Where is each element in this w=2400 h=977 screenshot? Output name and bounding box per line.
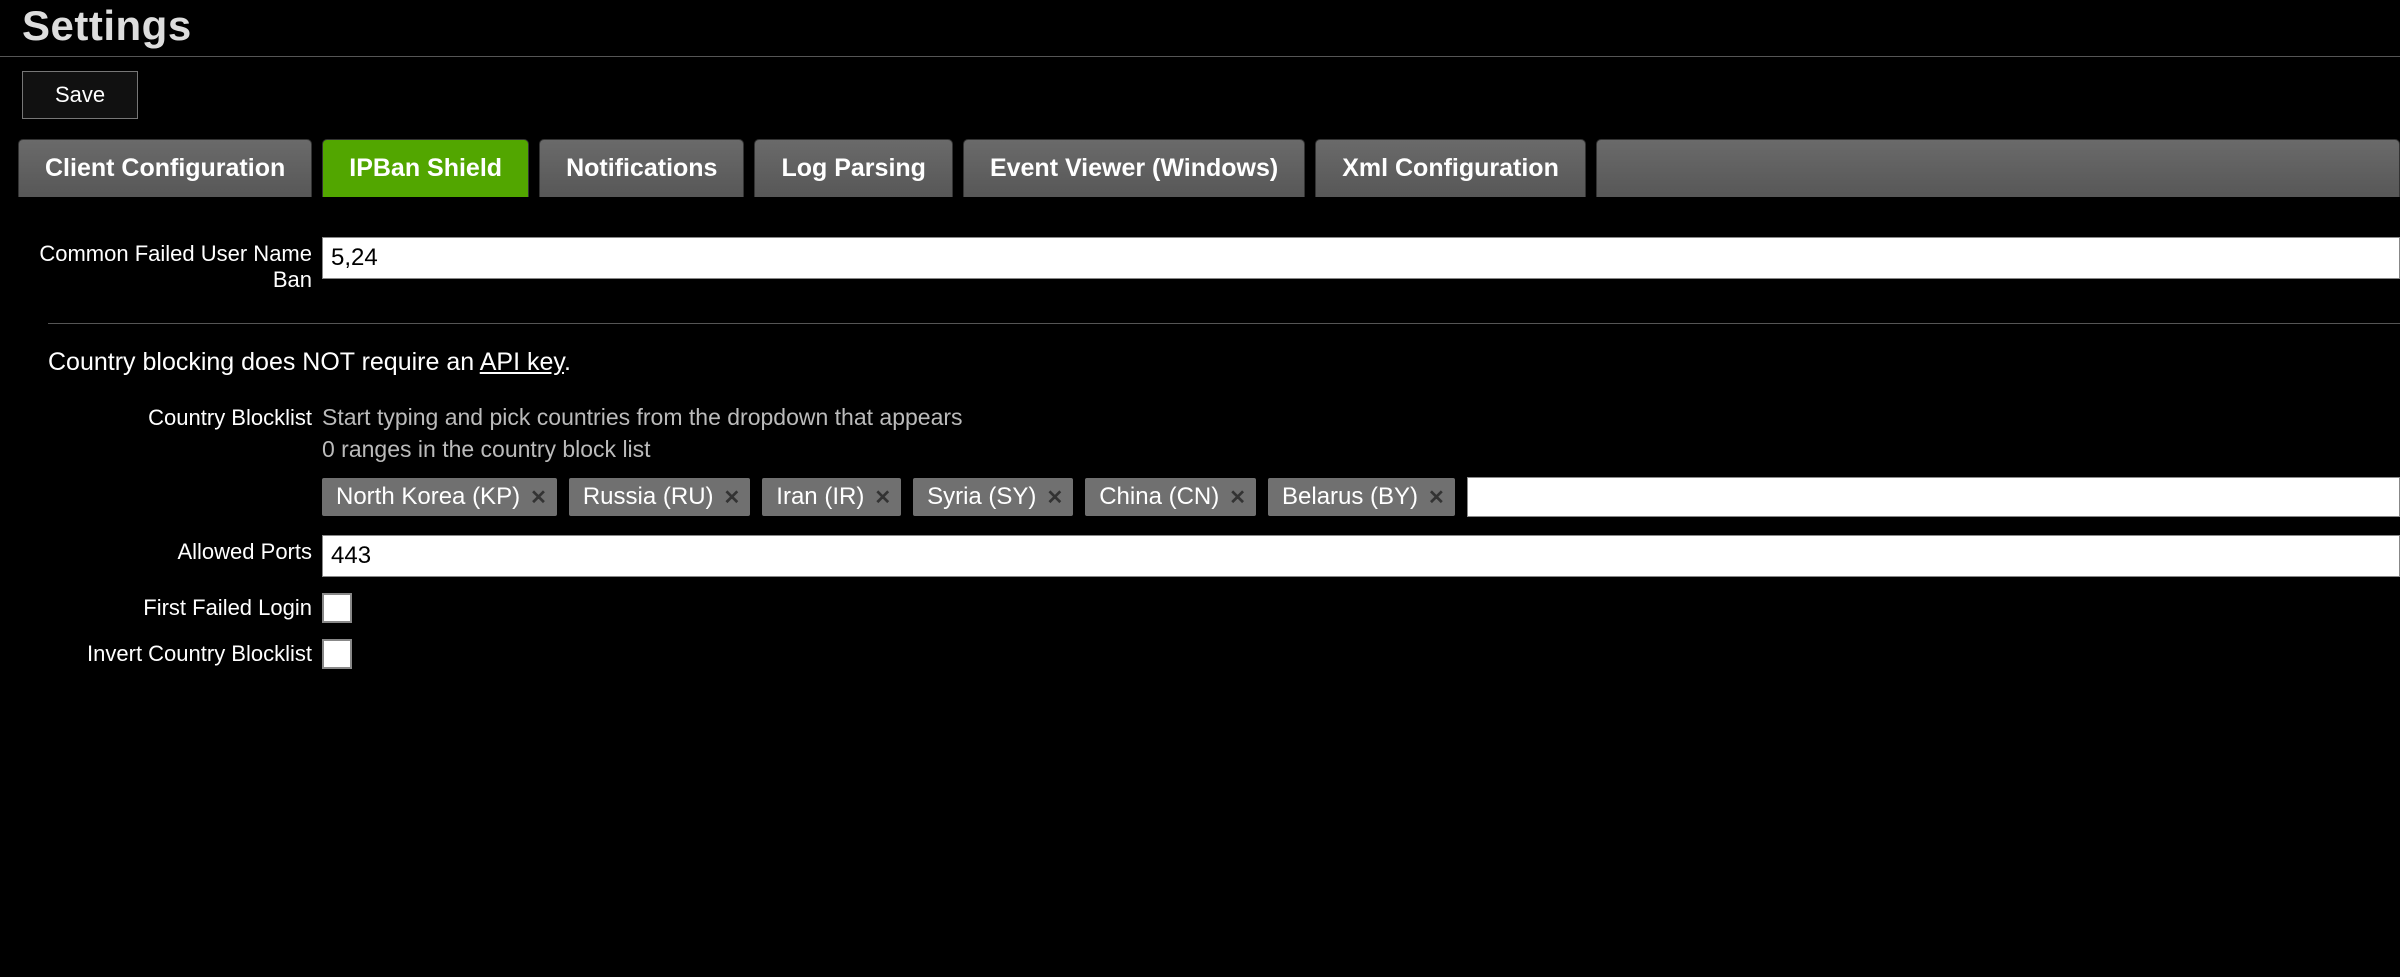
remove-country-icon[interactable]: ✕ — [724, 485, 741, 510]
country-tag-label: Russia (RU) — [583, 483, 714, 511]
invert-country-blocklist-label: Invert Country Blocklist — [0, 637, 322, 667]
country-tag-label: North Korea (KP) — [336, 483, 520, 511]
save-button[interactable]: Save — [22, 71, 138, 119]
country-blocklist-label: Country Blocklist — [0, 401, 322, 431]
country-blocklist-hint-2: 0 ranges in the country block list — [322, 433, 2400, 465]
country-tag: Iran (IR) ✕ — [762, 478, 901, 516]
title-divider — [0, 56, 2400, 57]
section-divider — [48, 323, 2400, 324]
remove-country-icon[interactable]: ✕ — [530, 485, 547, 510]
tabs-bar: Client Configuration IPBan Shield Notifi… — [18, 139, 2400, 197]
tab-ipban-shield[interactable]: IPBan Shield — [322, 139, 529, 197]
country-tag-label: China (CN) — [1099, 483, 1219, 511]
tab-xml-configuration[interactable]: Xml Configuration — [1315, 139, 1586, 197]
common-failed-username-ban-input[interactable] — [322, 237, 2400, 279]
country-blocking-info-text: Country blocking does NOT require an — [48, 348, 480, 376]
remove-country-icon[interactable]: ✕ — [1046, 485, 1063, 510]
country-tag: Syria (SY) ✕ — [913, 478, 1073, 516]
remove-country-icon[interactable]: ✕ — [874, 485, 891, 510]
country-tag-label: Belarus (BY) — [1282, 483, 1418, 511]
remove-country-icon[interactable]: ✕ — [1428, 485, 1445, 510]
country-tag-label: Syria (SY) — [927, 483, 1036, 511]
tab-log-parsing[interactable]: Log Parsing — [754, 139, 952, 197]
tab-content: Common Failed User Name Ban Country bloc… — [0, 197, 2400, 669]
tabs-tail — [1596, 139, 2400, 197]
page-title: Settings — [0, 0, 2400, 56]
tab-client-configuration[interactable]: Client Configuration — [18, 139, 312, 197]
allowed-ports-label: Allowed Ports — [0, 535, 322, 565]
country-blocklist-tags: North Korea (KP) ✕ Russia (RU) ✕ Iran (I… — [322, 477, 2400, 517]
remove-country-icon[interactable]: ✕ — [1229, 485, 1246, 510]
common-failed-username-ban-label: Common Failed User Name Ban — [0, 237, 322, 293]
country-tag: China (CN) ✕ — [1085, 478, 1256, 516]
allowed-ports-input[interactable] — [322, 535, 2400, 577]
country-blocklist-input[interactable] — [1467, 477, 2400, 517]
tab-notifications[interactable]: Notifications — [539, 139, 744, 197]
country-tag-label: Iran (IR) — [776, 483, 864, 511]
api-key-link[interactable]: API key — [480, 348, 564, 376]
first-failed-login-checkbox[interactable] — [322, 593, 352, 623]
country-tag: Belarus (BY) ✕ — [1268, 478, 1455, 516]
country-blocklist-hint-1: Start typing and pick countries from the… — [322, 401, 2400, 433]
tab-event-viewer[interactable]: Event Viewer (Windows) — [963, 139, 1305, 197]
country-blocking-info-suffix: . — [564, 348, 571, 376]
invert-country-blocklist-checkbox[interactable] — [322, 639, 352, 669]
first-failed-login-label: First Failed Login — [0, 591, 322, 621]
country-tag: Russia (RU) ✕ — [569, 478, 750, 516]
country-tag: North Korea (KP) ✕ — [322, 478, 557, 516]
country-blocking-info: Country blocking does NOT require an API… — [48, 348, 2400, 377]
